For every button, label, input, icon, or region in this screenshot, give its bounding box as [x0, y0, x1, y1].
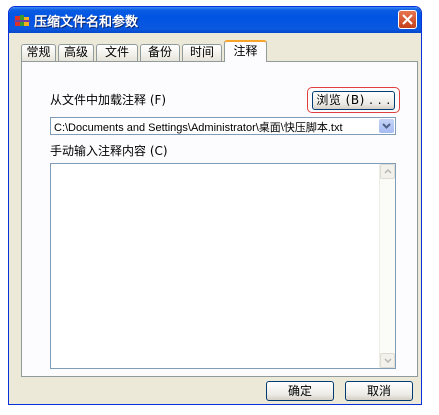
close-button[interactable] [398, 10, 417, 29]
vertical-scrollbar[interactable] [379, 164, 395, 368]
chevron-down-icon [382, 123, 391, 129]
dropdown-button[interactable] [379, 119, 394, 133]
chevron-down-icon [384, 358, 392, 363]
chevron-up-icon [384, 169, 392, 174]
window-title: 压缩文件名和参数 [34, 15, 139, 30]
tab-strip: 常规 高级 文件 备份 时间 注释 [21, 40, 421, 62]
app-icon [14, 12, 30, 28]
tab-backup[interactable]: 备份 [140, 44, 180, 61]
manual-comment-label: 手动输入注释内容 (C) [50, 144, 168, 158]
scroll-up-button[interactable] [380, 164, 395, 179]
cancel-button[interactable]: 取消 [345, 381, 413, 401]
tab-comment[interactable]: 注释 [224, 40, 267, 62]
close-icon [402, 14, 413, 25]
scroll-down-button[interactable] [380, 353, 395, 368]
comment-file-combobox[interactable]: C:\Documents and Settings\Administrator\… [50, 117, 396, 135]
ok-button[interactable]: 确定 [266, 381, 334, 401]
title-bar[interactable]: 压缩文件名和参数 [9, 7, 421, 33]
tab-general[interactable]: 常规 [21, 44, 56, 61]
browse-button[interactable]: 浏览 (B) . . . [312, 91, 395, 110]
tab-advanced[interactable]: 高级 [58, 44, 94, 61]
load-from-file-label: 从文件中加载注释 (F) [50, 93, 167, 107]
dialog-window: 压缩文件名和参数 常规 高级 文件 备份 时间 注释 从文件中加载注释 (F) … [8, 6, 422, 405]
manual-comment-textarea[interactable] [50, 163, 396, 369]
tab-files[interactable]: 文件 [96, 44, 138, 61]
comment-file-path[interactable]: C:\Documents and Settings\Administrator\… [54, 119, 343, 135]
tab-time[interactable]: 时间 [182, 44, 222, 61]
